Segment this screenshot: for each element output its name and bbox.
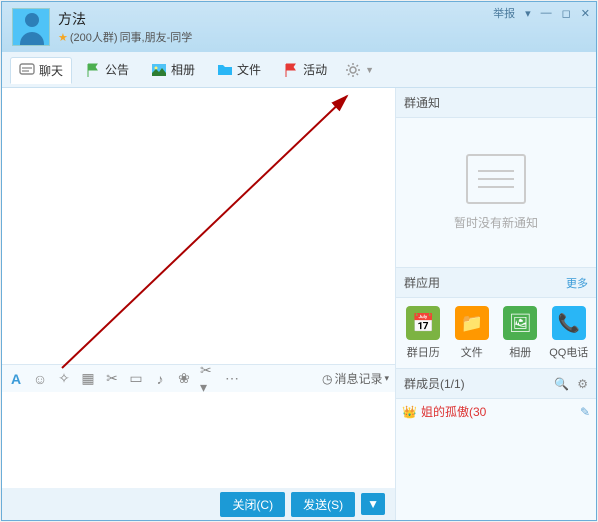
tab-notice[interactable]: 公告 xyxy=(76,56,138,83)
send-button[interactable]: 发送(S) xyxy=(291,492,355,517)
tab-file-label: 文件 xyxy=(237,61,261,78)
chat-window: 方法 ★ (200人群) 同事,朋友-同学 举报 ▾ — ◻ ✕ 聊天 公 xyxy=(1,1,597,521)
maximize-button[interactable]: ◻ xyxy=(562,7,571,20)
search-icon[interactable]: 🔍 xyxy=(554,377,569,391)
tab-chat-label: 聊天 xyxy=(39,62,63,79)
tab-activity-label: 活动 xyxy=(303,61,327,78)
tab-chat[interactable]: 聊天 xyxy=(10,57,72,84)
folder-icon xyxy=(217,62,233,78)
chat-icon xyxy=(19,62,35,78)
edit-icon[interactable]: ✎ xyxy=(580,405,590,419)
app-qqcall-label: QQ电话 xyxy=(549,344,588,360)
main-area: A ☺ ✧ ▦ ✂ ▭ ♪ ❀ ✂▾ ⋯ ◷ 消息记录 ▾ 关闭(C) 发送(S… xyxy=(2,88,596,520)
members-tools: 🔍 ⚙ xyxy=(554,377,588,391)
member-count: (200人群) xyxy=(70,29,118,45)
flag-icon xyxy=(85,62,101,78)
message-input[interactable] xyxy=(2,392,395,488)
phone-icon: 📞 xyxy=(552,306,586,340)
notify-panel: 暂时没有新通知 xyxy=(396,118,596,268)
tab-bar: 聊天 公告 相册 文件 活动 xyxy=(2,52,596,88)
app-file-label: 文件 xyxy=(461,344,483,360)
members-panel: 群成员(1/1) 🔍 ⚙ 👑 姐的孤傲(30 ✎ xyxy=(396,369,596,520)
member-row[interactable]: 👑 姐的孤傲(30 ✎ xyxy=(396,399,596,424)
window-controls: 举报 ▾ — ◻ ✕ xyxy=(493,5,590,21)
tab-notice-label: 公告 xyxy=(105,61,129,78)
apps-header: 群应用 更多 xyxy=(396,268,596,298)
apps-grid: 📅 群日历 📁 文件 🖼 相册 📞 QQ电话 xyxy=(396,298,596,368)
tab-file[interactable]: 文件 xyxy=(208,56,270,83)
close-button[interactable]: ✕ xyxy=(581,7,590,20)
calendar-icon: 📅 xyxy=(406,306,440,340)
tab-album[interactable]: 相册 xyxy=(142,56,204,83)
app-calendar[interactable]: 📅 群日历 xyxy=(400,306,446,360)
chevron-down-icon: ▼ xyxy=(365,65,374,75)
members-title: 群成员(1/1) xyxy=(404,375,465,392)
apps-panel: 群应用 更多 📅 群日历 📁 文件 🖼 相册 xyxy=(396,268,596,369)
left-pane: A ☺ ✧ ▦ ✂ ▭ ♪ ❀ ✂▾ ⋯ ◷ 消息记录 ▾ 关闭(C) 发送(S… xyxy=(2,88,396,520)
app-calendar-label: 群日历 xyxy=(407,344,440,360)
picture-icon xyxy=(151,62,167,78)
annotation-arrow xyxy=(12,88,392,378)
apps-more-link[interactable]: 更多 xyxy=(566,275,588,291)
activity-flag-icon xyxy=(283,62,299,78)
right-pane: 群通知 暂时没有新通知 群应用 更多 📅 群日历 📁 xyxy=(396,88,596,520)
tab-settings[interactable]: ▼ xyxy=(340,57,379,83)
settings-small-icon[interactable]: ⚙ xyxy=(577,377,588,391)
empty-document-icon xyxy=(466,154,526,204)
notify-empty-text: 暂时没有新通知 xyxy=(454,214,538,231)
owner-crown-icon: 👑 xyxy=(402,405,417,419)
close-button[interactable]: 关闭(C) xyxy=(220,492,285,517)
members-header: 群成员(1/1) 🔍 ⚙ xyxy=(396,369,596,399)
send-bar: 关闭(C) 发送(S) ▼ xyxy=(2,488,395,520)
star-icon: ★ xyxy=(58,31,68,44)
title-bar: 方法 ★ (200人群) 同事,朋友-同学 举报 ▾ — ◻ ✕ xyxy=(2,2,596,52)
minimize-button[interactable]: — xyxy=(541,7,552,19)
send-dropdown-button[interactable]: ▼ xyxy=(361,493,385,515)
app-file[interactable]: 📁 文件 xyxy=(449,306,495,360)
dropdown-icon[interactable]: ▾ xyxy=(525,7,531,20)
album-app-icon: 🖼 xyxy=(503,306,537,340)
app-album[interactable]: 🖼 相册 xyxy=(497,306,543,360)
notify-header: 群通知 xyxy=(396,88,596,118)
member-name: 姐的孤傲(30 xyxy=(421,403,486,420)
tab-album-label: 相册 xyxy=(171,61,195,78)
app-qqcall[interactable]: 📞 QQ电话 xyxy=(546,306,592,360)
apps-title: 群应用 xyxy=(404,274,440,291)
tab-activity[interactable]: 活动 xyxy=(274,56,336,83)
notify-title: 群通知 xyxy=(404,94,440,111)
group-subtitle: ★ (200人群) 同事,朋友-同学 xyxy=(58,29,596,45)
chat-message-area xyxy=(2,88,395,364)
folder-app-icon: 📁 xyxy=(455,306,489,340)
gear-icon xyxy=(345,62,361,78)
report-link[interactable]: 举报 xyxy=(493,5,515,21)
app-album-label: 相册 xyxy=(509,344,531,360)
group-tags: 同事,朋友-同学 xyxy=(120,29,193,45)
group-avatar[interactable] xyxy=(12,8,50,46)
